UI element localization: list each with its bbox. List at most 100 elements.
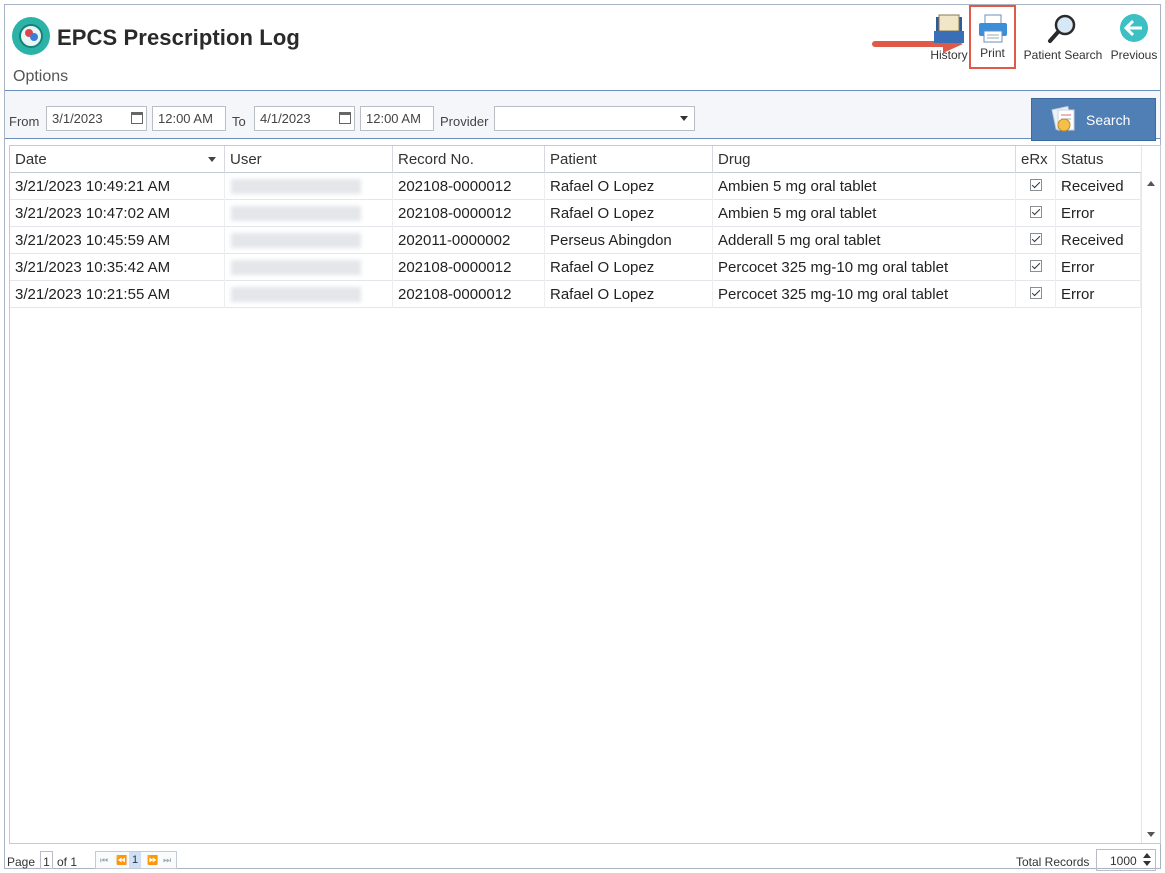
- cell-drug: Ambien 5 mg oral tablet: [713, 173, 1016, 200]
- cell-status: Error: [1056, 200, 1141, 227]
- sort-desc-icon[interactable]: [208, 157, 216, 162]
- previous-button[interactable]: Previous: [1106, 9, 1162, 69]
- redacted-user: [231, 260, 361, 275]
- patient-search-button[interactable]: Patient Search: [1018, 9, 1108, 69]
- search-button[interactable]: Search: [1031, 98, 1156, 141]
- to-time-field[interactable]: 12:00 AM: [360, 106, 434, 131]
- spin-up-icon[interactable]: [1143, 853, 1151, 858]
- erx-checkbox[interactable]: [1030, 206, 1042, 218]
- cell-drug: Percocet 325 mg-10 mg oral tablet: [713, 281, 1016, 308]
- app-window: EPCS Prescription Log Options History Pr…: [4, 4, 1162, 871]
- column-header-patient[interactable]: Patient: [545, 146, 713, 173]
- column-header-date[interactable]: Date: [10, 146, 225, 173]
- cell-date: 3/21/2023 10:47:02 AM: [10, 200, 225, 227]
- cell-drug: Percocet 325 mg-10 mg oral tablet: [713, 254, 1016, 281]
- options-label[interactable]: Options: [13, 68, 68, 86]
- cell-erx: [1016, 281, 1056, 308]
- first-page-icon[interactable]: ⏮: [100, 855, 108, 866]
- redacted-user: [231, 206, 361, 221]
- to-date-field[interactable]: 4/1/2023: [254, 106, 355, 131]
- column-header-erx[interactable]: eRx: [1016, 146, 1056, 173]
- cell-drug: Adderall 5 mg oral tablet: [713, 227, 1016, 254]
- chevron-down-icon: [680, 116, 688, 121]
- from-date-field[interactable]: 3/1/2023: [46, 106, 147, 131]
- cell-user: [225, 173, 393, 200]
- calendar-icon[interactable]: [339, 112, 351, 124]
- last-page-icon[interactable]: ⏭: [163, 855, 171, 866]
- from-time-field[interactable]: 12:00 AM: [152, 106, 226, 131]
- erx-checkbox[interactable]: [1030, 287, 1042, 299]
- history-button[interactable]: History: [925, 9, 973, 69]
- current-page-button[interactable]: 1: [129, 852, 142, 868]
- prev-page-icon[interactable]: ⏪: [116, 855, 127, 866]
- back-arrow-icon: [1120, 14, 1148, 42]
- provider-select[interactable]: [494, 106, 695, 131]
- grid-header: Date User Record No. Patient Drug eRx St…: [10, 146, 1141, 173]
- redacted-user: [231, 287, 361, 302]
- cell-status: Received: [1056, 173, 1141, 200]
- cell-patient: Rafael O Lopez: [545, 173, 713, 200]
- cell-patient: Rafael O Lopez: [545, 254, 713, 281]
- cell-record: 202108-0000012: [393, 200, 545, 227]
- erx-checkbox[interactable]: [1030, 233, 1042, 245]
- table-row[interactable]: 3/21/2023 10:45:59 AM 202011-0000002 Perse…: [10, 227, 1141, 254]
- grid-footer: Page 1 of 1 ⏮ ⏪ 1 ⏩ ⏭ Total Records 1000: [5, 847, 1160, 871]
- app-logo-icon: [12, 17, 50, 55]
- erx-checkbox[interactable]: [1030, 179, 1042, 191]
- column-header-drug[interactable]: Drug: [713, 146, 1016, 173]
- scroll-up-icon[interactable]: [1147, 181, 1155, 186]
- provider-label: Provider: [440, 114, 489, 129]
- prescription-grid: Date User Record No. Patient Drug eRx St…: [9, 145, 1161, 844]
- cell-patient: Rafael O Lopez: [545, 281, 713, 308]
- table-row[interactable]: 3/21/2023 10:21:55 AM 202108-0000012 Rafae…: [10, 281, 1141, 308]
- cell-status: Error: [1056, 281, 1141, 308]
- from-label: From: [9, 114, 40, 129]
- table-row[interactable]: 3/21/2023 10:49:21 AM 202108-0000012 Rafae…: [10, 173, 1141, 200]
- cell-record: 202108-0000012: [393, 281, 545, 308]
- column-header-user[interactable]: User: [225, 146, 393, 173]
- cell-user: [225, 200, 393, 227]
- scroll-down-icon[interactable]: [1147, 832, 1155, 837]
- pager: ⏮ ⏪ 1 ⏩ ⏭: [95, 851, 177, 869]
- cell-user: [225, 227, 393, 254]
- redacted-user: [231, 233, 361, 248]
- cell-erx: [1016, 227, 1056, 254]
- cell-record: 202108-0000012: [393, 254, 545, 281]
- cell-patient: Perseus Abingdon: [545, 227, 713, 254]
- erx-checkbox[interactable]: [1030, 260, 1042, 272]
- redacted-user: [231, 179, 361, 194]
- cell-date: 3/21/2023 10:49:21 AM: [10, 173, 225, 200]
- cell-user: [225, 281, 393, 308]
- column-header-record[interactable]: Record No.: [393, 146, 545, 173]
- cell-date: 3/21/2023 10:35:42 AM: [10, 254, 225, 281]
- table-row[interactable]: 3/21/2023 10:47:02 AM 202108-0000012 Rafae…: [10, 200, 1141, 227]
- page-title: EPCS Prescription Log: [57, 25, 300, 50]
- page-label: Page: [7, 855, 36, 869]
- total-records-spinner[interactable]: 1000: [1096, 849, 1156, 871]
- print-button[interactable]: Print: [969, 5, 1016, 69]
- cell-drug: Ambien 5 mg oral tablet: [713, 200, 1016, 227]
- cell-patient: Rafael O Lopez: [545, 200, 713, 227]
- to-label: To: [232, 114, 246, 129]
- vertical-scrollbar[interactable]: [1141, 146, 1160, 843]
- cell-date: 3/21/2023 10:21:55 AM: [10, 281, 225, 308]
- cell-user: [225, 254, 393, 281]
- cell-erx: [1016, 254, 1056, 281]
- history-icon: [934, 14, 964, 43]
- table-row[interactable]: 3/21/2023 10:35:42 AM 202108-0000012 Rafae…: [10, 254, 1141, 281]
- next-page-icon[interactable]: ⏩: [147, 855, 158, 866]
- spin-down-icon[interactable]: [1143, 861, 1151, 866]
- column-header-status[interactable]: Status: [1056, 146, 1141, 173]
- printer-icon: [978, 14, 1007, 43]
- cell-date: 3/21/2023 10:45:59 AM: [10, 227, 225, 254]
- cell-status: Error: [1056, 254, 1141, 281]
- cell-record: 202108-0000012: [393, 173, 545, 200]
- total-records-label: Total Records: [1016, 855, 1090, 869]
- calendar-icon[interactable]: [131, 112, 143, 124]
- cell-erx: [1016, 173, 1056, 200]
- magnifier-icon: [1048, 14, 1076, 43]
- filter-bar: From 3/1/2023 12:00 AM To 4/1/2023 12:00…: [5, 91, 1160, 141]
- page-count-label: of 1: [57, 855, 78, 869]
- page-number-input[interactable]: 1: [40, 851, 53, 869]
- cell-erx: [1016, 200, 1056, 227]
